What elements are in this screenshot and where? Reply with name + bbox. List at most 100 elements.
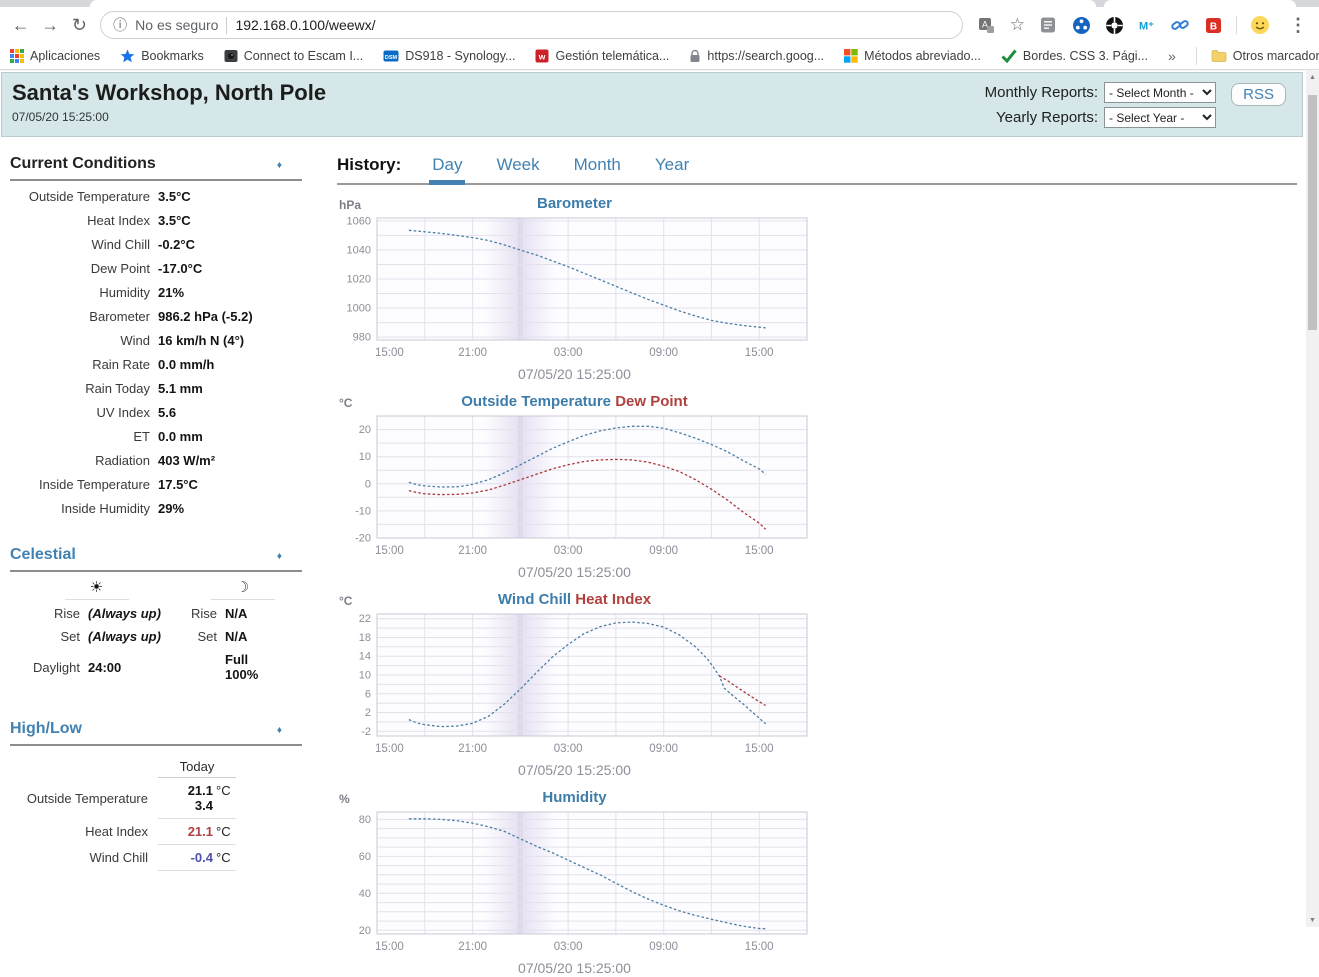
- high-value: -0.4: [191, 850, 213, 865]
- condition-row: Rain Today5.1 mm: [10, 376, 302, 400]
- tab-month[interactable]: Month: [571, 155, 624, 183]
- bookmark-item[interactable]: https://search.goog...: [689, 49, 824, 63]
- condition-label: Humidity: [10, 280, 158, 304]
- svg-text:80: 80: [359, 814, 371, 826]
- vertical-scrollbar[interactable]: [1306, 71, 1319, 927]
- chart-unit-label: °C: [339, 594, 352, 608]
- moon-illumination: 100%: [225, 667, 302, 682]
- other-bookmarks-button[interactable]: Otros marcadores: [1211, 49, 1319, 63]
- wheel-extension-icon[interactable]: [1071, 15, 1091, 35]
- condition-label: Dew Point: [10, 256, 158, 280]
- svg-text:15:00: 15:00: [745, 743, 774, 755]
- svg-text:10: 10: [359, 670, 371, 682]
- collapse-diamond-icon[interactable]: [277, 160, 282, 171]
- reload-icon[interactable]: [65, 10, 94, 40]
- chart-title-text: Barometer: [537, 195, 612, 212]
- browser-active-tab[interactable]: [90, 0, 1096, 7]
- chart-title-barometer: hPa Barometer: [337, 195, 812, 215]
- bookmark-item[interactable]: Connect to Escam I...: [224, 49, 364, 63]
- back-icon[interactable]: [6, 10, 35, 40]
- profile-avatar[interactable]: [1250, 15, 1270, 35]
- condition-value: 5.6: [158, 400, 302, 424]
- chart-barometer: hPaBarometer980100010201040106015:0021:0…: [337, 195, 812, 383]
- high-low-column-header: Today: [158, 756, 236, 778]
- condition-row: Barometer986.2 hPa (-5.2): [10, 304, 302, 328]
- condition-row: Wind16 km/h N (4°): [10, 328, 302, 352]
- monthly-reports-label: Monthly Reports:: [985, 84, 1098, 101]
- translate-icon[interactable]: A: [977, 15, 997, 35]
- url-text[interactable]: 192.168.0.100/weewx/: [235, 17, 375, 33]
- unit-label: °C: [216, 824, 236, 839]
- moon-set-value: N/A: [225, 625, 302, 648]
- condition-row: Wind Chill-0.2°C: [10, 232, 302, 256]
- svg-text:15:00: 15:00: [745, 941, 774, 953]
- browser-tab[interactable]: [1104, 0, 1296, 7]
- bookmark-star-icon[interactable]: [1010, 15, 1025, 35]
- svg-text:09:00: 09:00: [649, 941, 678, 953]
- main-area: History: DayWeekMonthYear hPaBarometer98…: [302, 137, 1297, 977]
- bookmark-label: Aplicaciones: [30, 49, 100, 63]
- bookmark-item[interactable]: Bordes. CSS 3. Pági...: [1001, 49, 1148, 63]
- bookmark-item[interactable]: Bookmarks: [120, 49, 204, 63]
- high-low-label: Wind Chill: [10, 845, 158, 871]
- bookmark-item[interactable]: Métodos abreviado...: [844, 49, 981, 63]
- daylight-label: Daylight: [10, 648, 88, 686]
- svg-text:03:00: 03:00: [554, 743, 583, 755]
- svg-text:-20: -20: [355, 533, 371, 545]
- svg-text:1040: 1040: [347, 245, 371, 257]
- collapse-diamond-icon[interactable]: [277, 551, 282, 562]
- chart-windchill: °CWind Chill Heat Index-2261014182215:00…: [337, 591, 812, 779]
- high-low-value: 21.1°C3.4: [158, 778, 236, 819]
- chart-title-text: Wind Chill: [498, 591, 571, 608]
- celestial-table: Rise (Always up) Rise N/A Set (Always up…: [10, 574, 302, 686]
- forward-icon[interactable]: [35, 10, 64, 40]
- bookmark-label: Gestión telemática...: [555, 49, 669, 63]
- bookmarks-overflow-icon[interactable]: [1168, 48, 1176, 64]
- svg-text:40: 40: [359, 888, 371, 900]
- chart-caption: 07/05/20 15:25:00: [337, 365, 812, 383]
- yearly-reports-select[interactable]: - Select Year -: [1104, 107, 1216, 128]
- scrollbar-thumb[interactable]: [1308, 95, 1317, 330]
- bookmark-item[interactable]: Aplicaciones: [10, 49, 100, 63]
- svg-text:20: 20: [359, 424, 371, 436]
- svg-text:2: 2: [365, 707, 371, 719]
- address-bar[interactable]: No es seguro 192.168.0.100/weewx/: [100, 11, 963, 39]
- scroll-down-icon[interactable]: [1306, 914, 1319, 927]
- monthly-reports-select[interactable]: - Select Month -: [1104, 82, 1216, 103]
- moon-phase: Full 100%: [225, 648, 302, 686]
- extensions-area: M⁺ B: [1038, 15, 1223, 35]
- bookmarks-bar: Aplicaciones Bookmarks Connect to Escam I.…: [0, 43, 1319, 70]
- omnibox-separator: [226, 17, 227, 34]
- bookmark-item[interactable]: DSMDS918 - Synology...: [383, 49, 515, 63]
- red-b-extension-icon[interactable]: B: [1203, 15, 1223, 35]
- tab-year[interactable]: Year: [652, 155, 692, 183]
- link-extension-icon[interactable]: [1170, 15, 1190, 35]
- chart-unit-label: hPa: [339, 198, 361, 212]
- shutter-extension-icon[interactable]: [1104, 15, 1124, 35]
- bookmark-item[interactable]: w Gestión telemática...: [535, 49, 669, 63]
- svg-text:09:00: 09:00: [649, 545, 678, 557]
- security-label: No es seguro: [135, 17, 218, 33]
- tab-week[interactable]: Week: [493, 155, 542, 183]
- svg-text:-2: -2: [361, 726, 371, 738]
- condition-label: ET: [10, 424, 158, 448]
- rss-button[interactable]: RSS: [1231, 83, 1286, 106]
- mplus-extension-icon[interactable]: M⁺: [1137, 15, 1157, 35]
- condition-label: Barometer: [10, 304, 158, 328]
- journal-extension-icon[interactable]: [1038, 15, 1058, 35]
- scroll-up-icon[interactable]: [1306, 71, 1319, 84]
- svg-text:21:00: 21:00: [458, 941, 487, 953]
- browser-menu-icon[interactable]: [1283, 10, 1313, 40]
- red-w-icon: w: [535, 49, 549, 63]
- condition-value: 3.5°C: [158, 208, 302, 232]
- info-icon[interactable]: [113, 15, 127, 35]
- condition-value: 16 km/h N (4°): [158, 328, 302, 352]
- condition-value: 17.5°C: [158, 472, 302, 496]
- condition-value: 0.0 mm/h: [158, 352, 302, 376]
- condition-label: Rain Today: [10, 376, 158, 400]
- collapse-diamond-icon[interactable]: [277, 725, 282, 736]
- apps-grid-icon: [10, 49, 24, 63]
- yearly-reports-label: Yearly Reports:: [996, 109, 1098, 126]
- tab-day[interactable]: Day: [429, 155, 465, 185]
- sidebar: Current Conditions Outside Temperature3.…: [10, 137, 302, 977]
